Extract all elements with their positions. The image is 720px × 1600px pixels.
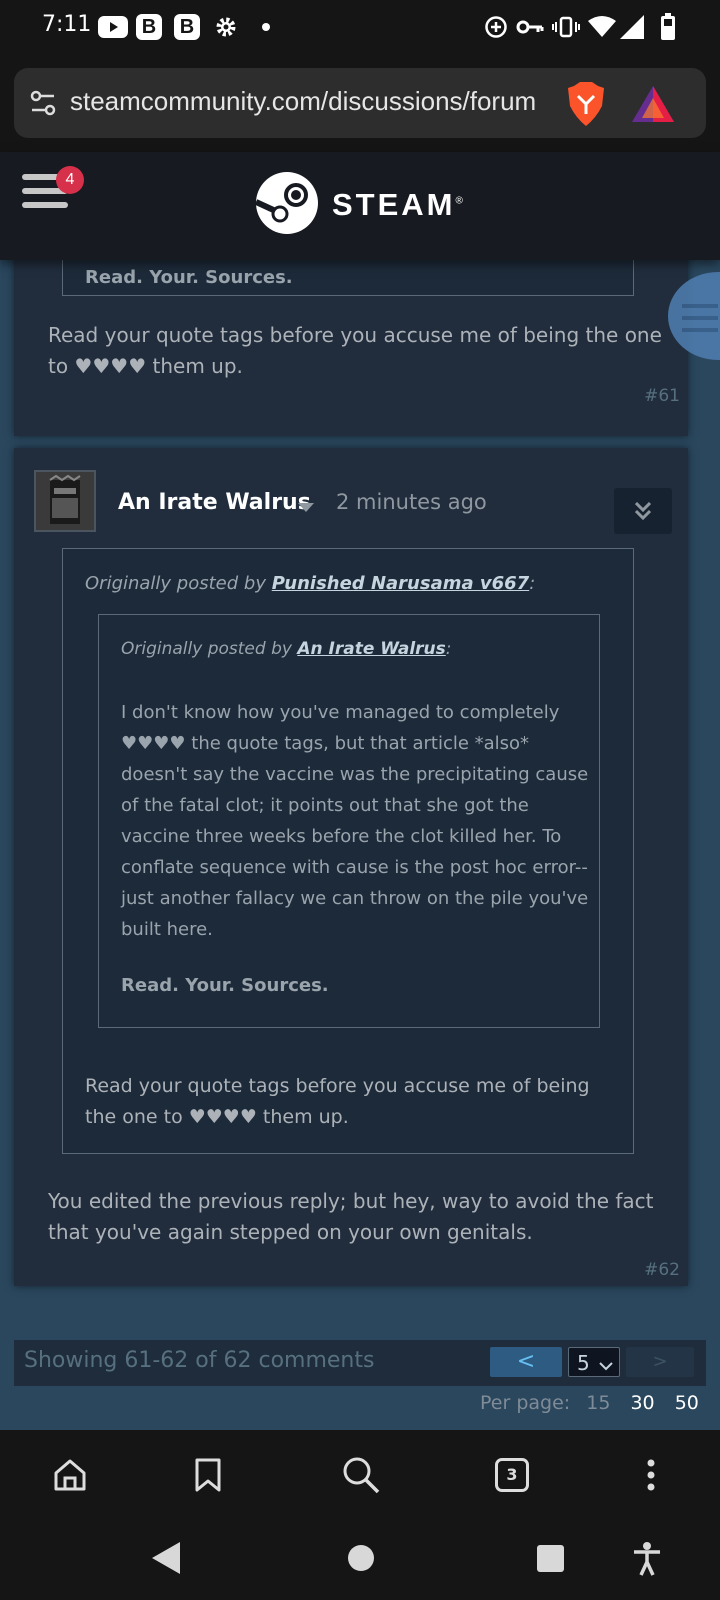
b-app-icon: B — [136, 14, 162, 40]
gear-icon — [214, 14, 238, 40]
quote-author-link[interactable]: Punished Narusama v667 — [272, 573, 529, 594]
status-bar: 7:11 B B — [0, 0, 720, 56]
browser-toolbar: steamcommunity.com/discussions/forum — [0, 56, 720, 152]
address-bar[interactable]: steamcommunity.com/discussions/forum — [14, 68, 706, 138]
signal-icon — [620, 14, 644, 40]
notification-badge: 4 — [56, 166, 84, 194]
quote-box-inner: Originally posted by An Irate Walrus: I … — [98, 614, 600, 1028]
post-62: An Irate Walrus 2 minutes ago Originally… — [14, 448, 688, 1286]
brave-shields-icon[interactable] — [566, 82, 606, 130]
per-page-label: Per page: — [480, 1392, 571, 1414]
chevron-double-down-icon — [634, 501, 652, 524]
per-page-15[interactable]: 15 — [586, 1392, 610, 1414]
quote-author-link-inner[interactable]: An Irate Walrus — [297, 639, 445, 659]
quote-attribution: Originally posted by Punished Narusama v… — [85, 573, 536, 594]
per-page-30[interactable]: 30 — [630, 1392, 654, 1414]
data-saver-icon — [484, 14, 508, 40]
bookmark-icon[interactable] — [183, 1450, 233, 1500]
browser-bottom-bar: 3 — [0, 1430, 720, 1520]
quote-bold-text: Read. Your. Sources. — [85, 267, 293, 288]
status-time: 7:11 — [42, 12, 92, 37]
search-icon[interactable] — [336, 1450, 386, 1500]
recents-icon[interactable] — [537, 1545, 565, 1577]
prev-page-button[interactable]: < — [490, 1347, 562, 1377]
comment-count: Showing 61-62 of 62 comments — [24, 1348, 375, 1373]
back-icon[interactable] — [152, 1542, 180, 1578]
quote-body-outer: Read your quote tags before you accuse m… — [85, 1075, 590, 1128]
steam-logo-icon — [254, 172, 318, 238]
tab-count: 3 — [495, 1458, 529, 1492]
vibrate-icon — [552, 14, 580, 40]
author-dropdown-icon[interactable] — [298, 498, 314, 517]
youtube-icon — [98, 14, 128, 40]
post-body: Read your quote tags before you accuse m… — [48, 323, 662, 378]
per-page-50[interactable]: 50 — [675, 1392, 699, 1414]
quote-box-outer: Originally posted by Punished Narusama v… — [62, 548, 634, 1154]
next-page-button[interactable]: > — [626, 1347, 694, 1377]
post-number[interactable]: #62 — [644, 1260, 680, 1280]
quote-body-inner: I don't know how you've managed to compl… — [121, 702, 589, 940]
site-settings-icon[interactable] — [30, 90, 56, 120]
steam-header: 4 STEAM® — [0, 152, 720, 260]
tabs-button[interactable]: 3 — [487, 1450, 537, 1500]
home-icon[interactable] — [45, 1450, 95, 1500]
quote-attribution-inner: Originally posted by An Irate Walrus: — [121, 639, 452, 659]
b-app-icon-2: B — [174, 14, 200, 40]
more-menu-icon[interactable] — [626, 1450, 676, 1500]
chevron-down-icon — [599, 1350, 613, 1380]
dot-icon — [262, 14, 270, 40]
system-nav-bar — [0, 1520, 720, 1600]
home-nav-icon[interactable] — [347, 1544, 375, 1576]
per-page-selector: Per page: 15 30 50 — [480, 1392, 699, 1414]
pagination-bar: Showing 61-62 of 62 comments < 5 > — [14, 1340, 706, 1386]
discussion-content: Read. Your. Sources. Read your quote tag… — [0, 260, 720, 1430]
quote-bold-text: Read. Your. Sources. — [121, 975, 329, 996]
author-name[interactable]: An Irate Walrus — [118, 490, 311, 515]
expand-button[interactable] — [614, 488, 672, 534]
page-select[interactable]: 5 — [568, 1347, 620, 1377]
quote-box: Read. Your. Sources. — [62, 260, 634, 296]
brave-rewards-icon[interactable] — [632, 86, 674, 126]
accessibility-icon[interactable] — [632, 1542, 662, 1580]
post-61: Read. Your. Sources. Read your quote tag… — [14, 260, 688, 436]
url-text[interactable]: steamcommunity.com/discussions/forum — [70, 86, 562, 117]
steam-wordmark: STEAM® — [332, 187, 466, 222]
wifi-icon — [588, 14, 616, 40]
battery-icon — [660, 13, 676, 40]
vpn-key-icon — [516, 14, 544, 40]
post-number[interactable]: #61 — [644, 386, 680, 406]
steam-logo[interactable]: STEAM® — [254, 172, 466, 238]
post-body: You edited the previous reply; but hey, … — [48, 1189, 654, 1244]
avatar[interactable] — [34, 470, 96, 532]
post-time: 2 minutes ago — [336, 490, 487, 514]
